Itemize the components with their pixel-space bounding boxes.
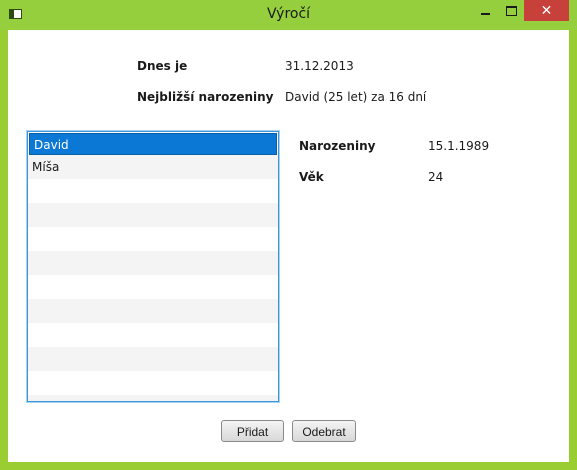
close-icon: ✕	[540, 2, 553, 19]
list-empty-row	[28, 299, 278, 323]
list-item-misa[interactable]: Míša	[28, 155, 278, 179]
list-empty-row	[28, 179, 278, 203]
list-empty-row	[28, 395, 278, 401]
age-label: Věk	[299, 170, 324, 184]
people-list[interactable]: David Míša	[27, 131, 279, 402]
list-empty-row	[28, 323, 278, 347]
list-item-label: Míša	[32, 160, 60, 174]
next-birthday-value: David (25 let) za 16 dní	[285, 90, 427, 104]
remove-button[interactable]: Odebrat	[292, 420, 356, 442]
list-empty-row	[28, 251, 278, 275]
list-item-david[interactable]: David	[29, 133, 277, 155]
birthday-value: 15.1.1989	[428, 139, 490, 153]
list-empty-row	[28, 371, 278, 395]
list-empty-row	[28, 203, 278, 227]
close-button[interactable]: ✕	[524, 0, 569, 21]
birthday-label: Narozeniny	[299, 139, 376, 153]
today-value: 31.12.2013	[285, 59, 354, 73]
minimize-icon	[480, 12, 490, 15]
app-window: Výročí ✕ Dnes je 31.12.2013 Nejbližší na…	[0, 0, 577, 470]
list-empty-row	[28, 275, 278, 299]
age-value: 24	[428, 170, 444, 184]
title-bar[interactable]: Výročí ✕	[0, 0, 577, 30]
maximize-button[interactable]	[499, 0, 523, 21]
list-empty-row	[28, 227, 278, 251]
list-item-label: David	[34, 138, 69, 152]
today-label: Dnes je	[137, 59, 188, 73]
main-content: Dnes je 31.12.2013 Nejbližší narozeniny …	[8, 30, 569, 462]
next-birthday-label: Nejbližší narozeniny	[137, 90, 274, 104]
maximize-icon	[505, 5, 517, 16]
list-empty-row	[28, 347, 278, 371]
add-button[interactable]: Přidat	[221, 420, 284, 442]
minimize-button[interactable]	[473, 0, 497, 21]
